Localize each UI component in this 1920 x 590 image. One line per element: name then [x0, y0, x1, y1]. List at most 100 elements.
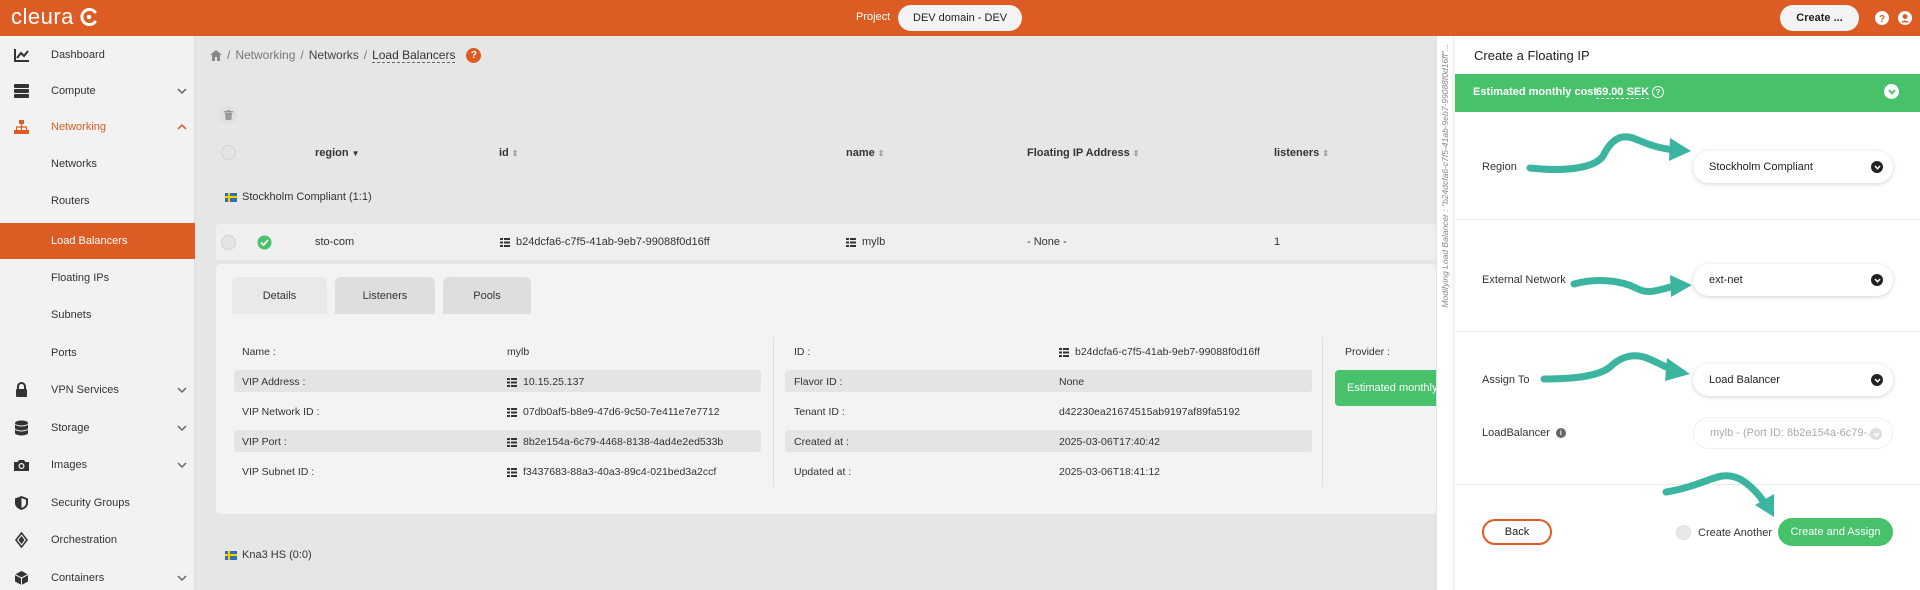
detail-label-provider: Provider :	[1345, 346, 1390, 358]
detail-label-name: Name :	[242, 346, 276, 358]
sidebar-item-label: Networks	[51, 158, 97, 170]
project-selector[interactable]: DEV domain - DEV	[898, 5, 1023, 31]
external-network-select[interactable]: ext-net	[1693, 264, 1893, 296]
detail-value-tenant: d42230ea21674515ab9197af89fa5192	[1059, 406, 1241, 418]
column-header-listeners[interactable]: listeners ⇕	[1274, 147, 1329, 159]
project-label: Project	[856, 11, 891, 23]
sidebar-item-networks[interactable]: Networks	[0, 146, 195, 182]
region-select[interactable]: Stockholm Compliant	[1693, 151, 1893, 183]
help-icon[interactable]: ?	[1874, 10, 1890, 26]
sidebar-item-label: Images	[51, 459, 88, 471]
row-checkbox[interactable]	[221, 235, 236, 250]
home-icon[interactable]	[210, 49, 222, 61]
sidebar-item-subnets[interactable]: Subnets	[0, 297, 195, 333]
detail-value-text: 8b2e154a-6c79-4468-8138-4ad4e2ed533b	[523, 436, 724, 448]
orchestration-icon	[14, 532, 29, 548]
column-label: Floating IP Address	[1027, 147, 1130, 159]
detail-value-vip-port: 8b2e154a-6c79-4468-8138-4ad4e2ed533b	[507, 436, 723, 448]
sidebar-item-label: Orchestration	[51, 534, 118, 546]
create-and-assign-button[interactable]: Create and Assign	[1778, 518, 1893, 546]
detail-label-vip-network: VIP Network ID :	[242, 406, 320, 418]
sidebar-item-orchestration[interactable]: Orchestration	[0, 522, 195, 558]
breadcrumb-separator: /	[300, 48, 304, 62]
sidebar-item-vpn-services[interactable]: VPN Services	[0, 372, 195, 408]
sidebar-item-label: Containers	[51, 572, 105, 584]
sidebar-item-ports[interactable]: Ports	[0, 335, 195, 371]
sort-desc-icon: ▼	[351, 148, 360, 158]
sidebar-item-label: Dashboard	[51, 49, 105, 61]
back-button[interactable]: Back	[1482, 519, 1552, 545]
sidebar-item-networking[interactable]: Networking	[0, 109, 195, 145]
sidebar-item-security-groups[interactable]: Security Groups	[0, 485, 195, 521]
page-help-icon[interactable]: ?	[466, 47, 482, 63]
detail-label-vip-port: VIP Port :	[242, 436, 287, 448]
detail-value-updated: 2025-03-06T18:41:12	[1059, 466, 1160, 478]
create-another-label[interactable]: Create Another	[1698, 527, 1772, 539]
table-row[interactable]	[216, 224, 1436, 260]
cost-value[interactable]: 69.00 SEK	[1596, 86, 1650, 99]
column-header-name[interactable]: name ⇕	[846, 147, 884, 159]
region-group-kna3[interactable]: Kna3 HS (0:0)	[225, 549, 312, 561]
detail-value-created: 2025-03-06T17:40:42	[1059, 436, 1160, 448]
tab-listeners[interactable]: Listeners	[335, 277, 435, 314]
detail-value-text: b24dcfa6-c7f5-41ab-9eb7-99088f0d16ff	[1075, 346, 1260, 358]
sidebar-item-images[interactable]: Images	[0, 447, 195, 483]
dropdown-icon	[1870, 428, 1882, 440]
database-icon	[15, 420, 28, 436]
list-icon	[500, 237, 510, 247]
assign-to-select[interactable]: Load Balancer	[1693, 364, 1893, 396]
column-header-floating-ip[interactable]: Floating IP Address ⇕	[1027, 147, 1139, 159]
sidebar-item-routers[interactable]: Routers	[0, 183, 195, 219]
detail-value-id: b24dcfa6-c7f5-41ab-9eb7-99088f0d16ff	[1059, 346, 1260, 358]
tab-details[interactable]: Details	[232, 277, 327, 314]
cost-expand-button[interactable]	[1884, 84, 1899, 99]
detail-value-flavor: None	[1059, 376, 1085, 388]
detail-value-vip-address: 10.15.25.137	[507, 376, 584, 388]
detail-label-id: ID :	[794, 346, 811, 358]
chevron-down-icon	[177, 88, 187, 95]
sidebar-item-containers[interactable]: Containers	[0, 560, 195, 590]
info-icon[interactable]: i	[1555, 428, 1566, 438]
region-group-stockholm[interactable]: Stockholm Compliant (1:1)	[225, 191, 372, 203]
sweden-flag-icon	[225, 550, 237, 560]
cell-name-text: mylb	[862, 236, 886, 248]
tab-pools[interactable]: Pools	[443, 277, 531, 314]
column-label: id	[499, 147, 509, 159]
sidebar-item-floating-ips[interactable]: Floating IPs	[0, 260, 195, 296]
loadbalancer-label: LoadBalancer i	[1482, 427, 1566, 439]
sidebar-item-load-balancers[interactable]: Load Balancers	[0, 223, 195, 259]
breadcrumb-load-balancers[interactable]: Load Balancers	[372, 48, 456, 63]
row-stripe	[785, 430, 1312, 452]
sidebar: Dashboard Compute Networking Networks Ro…	[0, 36, 195, 590]
lock-icon	[16, 382, 27, 397]
column-label: region	[315, 147, 349, 159]
cleura-logo[interactable]: cleura	[11, 2, 121, 32]
list-icon	[507, 467, 517, 477]
cell-floating-ip: - None -	[1027, 236, 1067, 248]
loadbalancer-select[interactable]: mylb - (Port ID: 8b2e154a-6c79-...	[1693, 417, 1893, 449]
sidebar-item-label: Compute	[51, 85, 96, 97]
shield-icon	[15, 496, 28, 510]
create-another-checkbox[interactable]	[1676, 525, 1691, 540]
sidebar-item-dashboard[interactable]: Dashboard	[0, 37, 195, 73]
detail-label-vip-subnet: VIP Subnet ID :	[242, 466, 315, 478]
user-icon[interactable]	[1897, 10, 1913, 26]
select-all-checkbox[interactable]	[221, 145, 236, 160]
sidebar-item-compute[interactable]: Compute	[0, 73, 195, 109]
cost-help-icon[interactable]: ?	[1652, 86, 1664, 98]
column-header-region[interactable]: region ▼	[315, 147, 360, 159]
breadcrumb-networking[interactable]: Networking	[235, 48, 295, 62]
group-label: Stockholm Compliant (1:1)	[242, 191, 372, 203]
network-icon	[14, 120, 29, 134]
create-menu-button[interactable]: Create ...	[1780, 5, 1859, 31]
detail-value-vip-subnet: f3437683-88a3-40a3-89c4-021bed3a2ccf	[507, 466, 716, 478]
sort-icon: ⇕	[877, 148, 885, 158]
list-icon	[507, 377, 517, 387]
sidebar-item-label: Routers	[51, 195, 90, 207]
breadcrumb-networks[interactable]: Networks	[309, 48, 359, 62]
column-header-id[interactable]: id ⇕	[499, 147, 518, 159]
delete-button[interactable]	[219, 106, 237, 124]
sidebar-item-storage[interactable]: Storage	[0, 410, 195, 446]
region-label: Region	[1482, 161, 1517, 173]
chevron-down-icon	[177, 462, 187, 469]
